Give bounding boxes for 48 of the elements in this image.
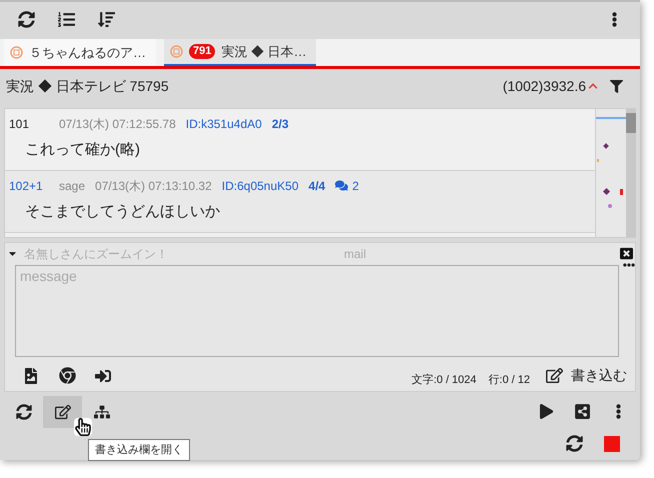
filter-icon — [610, 80, 622, 93]
close-icon — [620, 247, 633, 260]
mail-field[interactable]: mail — [344, 244, 464, 263]
submit-button[interactable]: 書き込む — [546, 365, 627, 386]
numbered-list-icon — [58, 10, 74, 28]
post-body: これって確か(略) — [24, 140, 141, 160]
board-icon — [10, 46, 23, 59]
browser-icon — [58, 367, 76, 384]
reply-count[interactable]: 2 — [352, 176, 359, 195]
post-mail: sage — [59, 178, 86, 195]
thread-title: 実況 ◆ 日本テレビ 75795 — [6, 76, 169, 96]
id-post-count[interactable]: 2/3 — [272, 114, 288, 133]
post-body: そこまでしてうどんほしいか — [24, 202, 221, 222]
tab-label: 実況 ◆ 日本… — [221, 42, 307, 61]
refresh-icon — [18, 10, 34, 28]
share-icon — [574, 403, 590, 420]
thread-tab[interactable]: 791 実況 ◆ 日本… — [164, 38, 316, 66]
chevron-up-icon — [588, 81, 598, 92]
name-field[interactable]: 名無しさんにズームイン！ — [24, 244, 274, 263]
sitemap-icon — [94, 404, 110, 420]
thread-tab[interactable]: ５ちゃんねるのア… — [4, 38, 156, 66]
tooltip: 書き込み欄を開く — [88, 438, 190, 462]
board-icon — [170, 45, 183, 58]
line-count: 行:0 / 12 — [488, 372, 530, 388]
cursor-icon — [74, 418, 92, 436]
id-post-count[interactable]: 4/4 — [308, 176, 326, 195]
message-field[interactable]: message — [15, 264, 620, 357]
sort-descending-icon — [98, 10, 114, 28]
edit-icon — [54, 404, 70, 420]
sync-icon — [566, 435, 582, 452]
post-date: 07/13(木) 07:12:55.78 — [59, 116, 176, 133]
post-number[interactable]: 101 — [9, 114, 49, 133]
stop-button[interactable] — [604, 436, 620, 452]
char-count: 文字:0 / 1024 — [412, 372, 476, 388]
post-number[interactable]: 102+1 — [9, 176, 49, 195]
unread-badge: 791 — [189, 44, 216, 59]
post-id[interactable]: ID:6q05nuK50 — [222, 176, 299, 195]
play-icon — [538, 404, 554, 420]
sign-in-icon — [95, 368, 111, 384]
image-file-icon — [23, 368, 39, 384]
edit-icon — [546, 367, 563, 384]
replies-icon — [335, 179, 348, 192]
tab-label: ５ちゃんねるのア… — [29, 44, 146, 62]
open-compose-button[interactable] — [43, 396, 82, 428]
post-date: 07/13(木) 07:13:10.32 — [95, 178, 212, 195]
post-id[interactable]: ID:k351u4dA0 — [186, 114, 262, 133]
refresh-icon — [16, 404, 32, 420]
thread-stats: (1002)3932.6 — [502, 76, 586, 96]
